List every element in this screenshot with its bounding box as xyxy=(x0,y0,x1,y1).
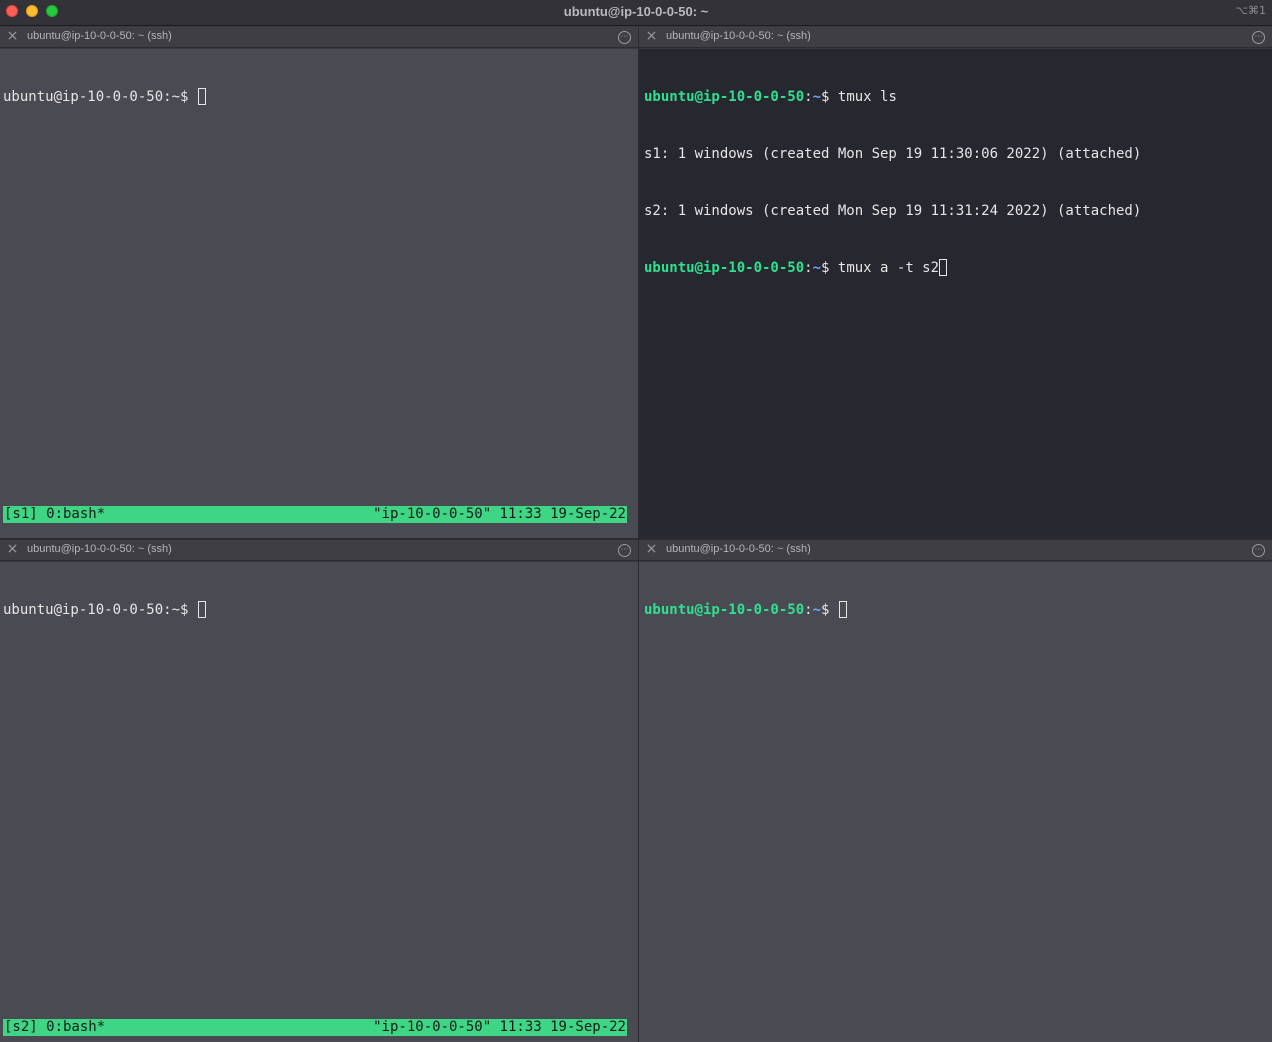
tmux-status-session: [s1] 0:bash* xyxy=(4,506,106,522)
terminal-content[interactable]: ubuntu@ip-10-0-0-50:~$ tmux ls s1: 1 win… xyxy=(639,49,1272,538)
pane-divider-vertical[interactable] xyxy=(638,27,639,1042)
close-icon[interactable]: × xyxy=(6,29,19,43)
prompt-path: ~ xyxy=(812,89,822,105)
prompt-end: $ xyxy=(821,89,838,105)
prompt-path: ~ xyxy=(812,260,822,276)
terminal-line: ubuntu@ip-10-0-0-50:~$ xyxy=(3,88,638,107)
ellipsis-circle-icon[interactable]: ··· xyxy=(1252,31,1265,44)
prompt-end: $ xyxy=(821,602,838,618)
terminal-window: ubuntu@ip-10-0-0-50: ~ ⌥⌘1 × ubuntu@ip-1… xyxy=(0,0,1272,1042)
text-cursor xyxy=(939,259,948,276)
prompt-user-host: ubuntu@ip-10-0-0-50 xyxy=(644,602,805,618)
tmux-status-bar: [s2] 0:bash* "ip-10-0-0-50" 11:33 19-Sep… xyxy=(3,1019,627,1036)
close-icon[interactable]: × xyxy=(6,542,19,556)
prompt-path: ~ xyxy=(812,602,822,618)
window-shortcut-label: ⌥⌘1 xyxy=(1235,4,1266,17)
ellipsis-circle-icon[interactable]: ··· xyxy=(618,31,631,44)
text-cursor xyxy=(197,601,206,618)
shell-prompt: ubuntu@ip-10-0-0-50:~$ xyxy=(3,602,197,618)
command-text: tmux a -t s2 xyxy=(837,260,940,276)
close-icon[interactable]: × xyxy=(645,29,658,43)
prompt-user-host: ubuntu@ip-10-0-0-50 xyxy=(644,260,805,276)
terminal-output-line: s2: 1 windows (created Mon Sep 19 11:31:… xyxy=(644,203,1142,219)
pane-bottom-right[interactable]: × ubuntu@ip-10-0-0-50: ~ (ssh) ··· ubunt… xyxy=(639,540,1272,1042)
close-icon[interactable]: × xyxy=(645,542,658,556)
prompt-separator: : xyxy=(804,260,813,276)
pane-tab[interactable]: × ubuntu@ip-10-0-0-50: ~ (ssh) ··· xyxy=(0,540,638,561)
tmux-status-session: [s2] 0:bash* xyxy=(4,1019,106,1035)
pane-top-right[interactable]: × ubuntu@ip-10-0-0-50: ~ (ssh) ··· ubunt… xyxy=(639,27,1272,538)
terminal-output-line: s1: 1 windows (created Mon Sep 19 11:30:… xyxy=(644,146,1142,162)
terminal-line: ubuntu@ip-10-0-0-50:~$ tmux ls xyxy=(644,88,1272,107)
pane-tab[interactable]: × ubuntu@ip-10-0-0-50: ~ (ssh) ··· xyxy=(639,27,1272,48)
command-text: tmux ls xyxy=(837,89,897,105)
ellipsis-circle-icon[interactable]: ··· xyxy=(618,544,631,557)
prompt-user-host: ubuntu@ip-10-0-0-50 xyxy=(644,89,805,105)
terminal-content[interactable]: ubuntu@ip-10-0-0-50:~$ xyxy=(0,49,638,538)
terminal-line: ubuntu@ip-10-0-0-50:~$ tmux a -t s2 xyxy=(644,259,1272,278)
window-title: ubuntu@ip-10-0-0-50: ~ xyxy=(563,4,709,19)
tmux-status-bar: [s1] 0:bash* "ip-10-0-0-50" 11:33 19-Sep… xyxy=(3,506,627,523)
pane-tab-title: ubuntu@ip-10-0-0-50: ~ (ssh) xyxy=(666,543,811,555)
text-cursor xyxy=(197,88,206,105)
prompt-separator: : xyxy=(804,602,813,618)
pane-top-left[interactable]: × ubuntu@ip-10-0-0-50: ~ (ssh) ··· ubunt… xyxy=(0,27,638,538)
terminal-content[interactable]: ubuntu@ip-10-0-0-50:~$ xyxy=(0,562,638,1042)
pane-bottom-left[interactable]: × ubuntu@ip-10-0-0-50: ~ (ssh) ··· ubunt… xyxy=(0,540,638,1042)
pane-tab[interactable]: × ubuntu@ip-10-0-0-50: ~ (ssh) ··· xyxy=(639,540,1272,561)
prompt-separator: : xyxy=(804,89,813,105)
terminal-content[interactable]: ubuntu@ip-10-0-0-50:~$ xyxy=(639,562,1272,1042)
terminal-line: ubuntu@ip-10-0-0-50:~$ xyxy=(644,601,1272,620)
tmux-status-host-time: "ip-10-0-0-50" 11:33 19-Sep-22 xyxy=(373,1019,626,1035)
prompt-end: $ xyxy=(821,260,838,276)
text-cursor xyxy=(838,601,847,618)
tmux-status-host-time: "ip-10-0-0-50" 11:33 19-Sep-22 xyxy=(373,506,626,522)
pane-tab-title: ubuntu@ip-10-0-0-50: ~ (ssh) xyxy=(27,543,172,555)
pane-tab[interactable]: × ubuntu@ip-10-0-0-50: ~ (ssh) ··· xyxy=(0,27,638,48)
shell-prompt: ubuntu@ip-10-0-0-50:~$ xyxy=(3,89,197,105)
title-bar[interactable]: ubuntu@ip-10-0-0-50: ~ ⌥⌘1 xyxy=(0,0,1272,26)
terminal-line: ubuntu@ip-10-0-0-50:~$ xyxy=(3,601,638,620)
ellipsis-circle-icon[interactable]: ··· xyxy=(1252,544,1265,557)
pane-divider-horizontal[interactable] xyxy=(0,538,1272,540)
pane-tab-title: ubuntu@ip-10-0-0-50: ~ (ssh) xyxy=(27,30,172,42)
pane-tab-title: ubuntu@ip-10-0-0-50: ~ (ssh) xyxy=(666,30,811,42)
